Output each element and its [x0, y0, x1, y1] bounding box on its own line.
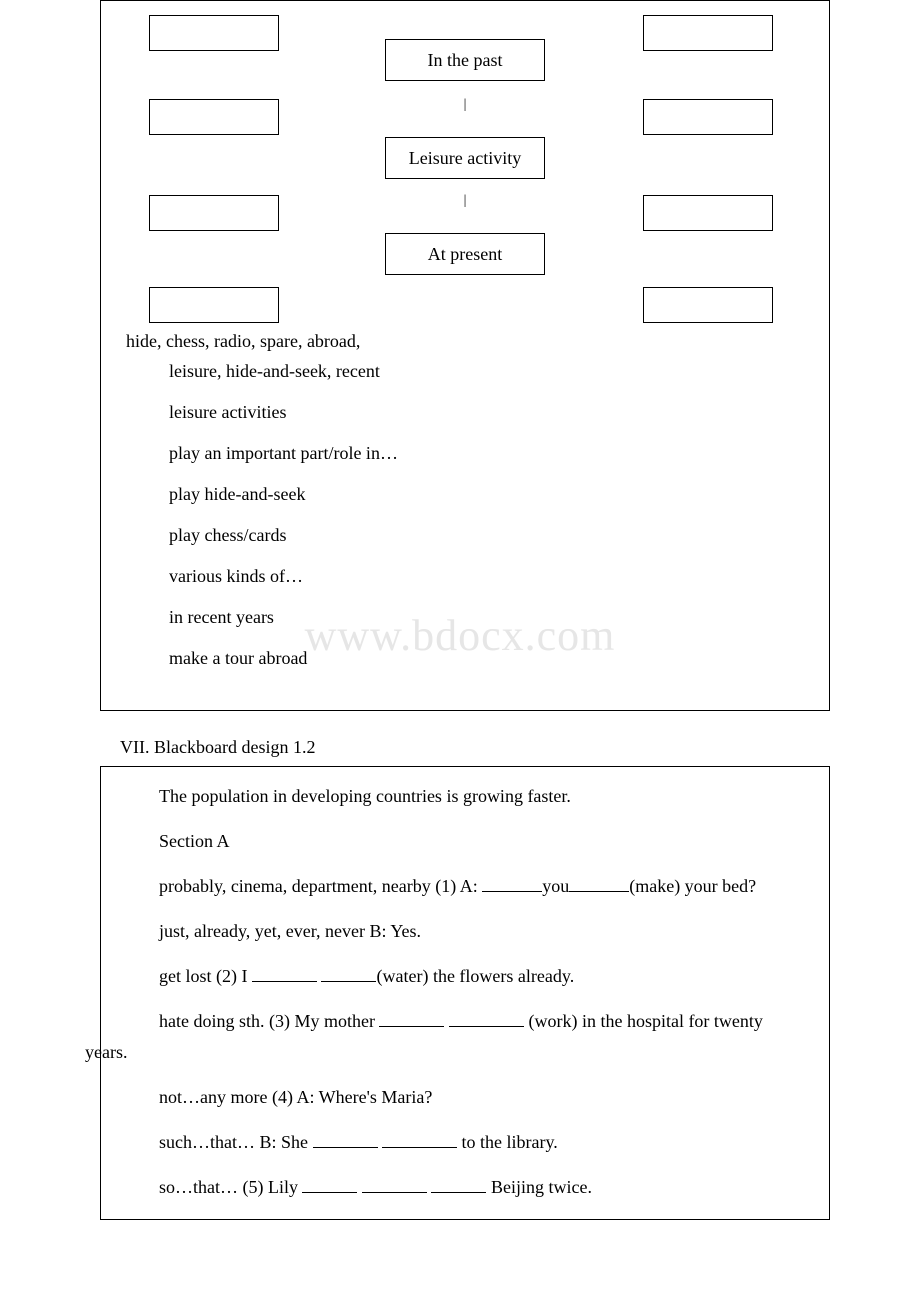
question-4a: not…any more (4) A: Where's Maria? — [111, 1084, 819, 1111]
vocab-list: hide, chess, radio, spare, abroad, leisu… — [101, 331, 829, 672]
question-2: get lost (2) I (water) the flowers alrea… — [111, 963, 819, 990]
question-5: so…that… (5) Lily Beijing twice. — [111, 1174, 819, 1201]
blank-input[interactable] — [431, 1175, 486, 1193]
q5-suffix: Beijing twice. — [486, 1177, 591, 1197]
empty-box-bot-right — [643, 287, 773, 323]
question-4b: such…that… B: She to the library. — [111, 1129, 819, 1156]
q3-prefix: hate doing sth. (3) My mother — [159, 1011, 379, 1031]
q1-mid: you — [542, 876, 569, 896]
empty-box-top-right — [643, 15, 773, 51]
blank-input[interactable] — [379, 1009, 444, 1027]
blank-input[interactable] — [362, 1175, 427, 1193]
empty-box-top-left — [149, 15, 279, 51]
q2-prefix: get lost (2) I — [159, 966, 252, 986]
line-section-a: Section A — [111, 828, 819, 855]
q4-prefix: such…that… B: She — [159, 1132, 313, 1152]
blank-input[interactable] — [449, 1009, 524, 1027]
empty-box-mid1-right — [643, 99, 773, 135]
vocab-line: leisure activities — [121, 399, 829, 426]
question-1: probably, cinema, department, nearby (1)… — [111, 873, 819, 900]
q5-prefix: so…that… (5) Lily — [159, 1177, 302, 1197]
line-adverbs: just, already, yet, ever, never B: Yes. — [111, 918, 819, 945]
blank-input[interactable] — [382, 1130, 457, 1148]
connector-top: | — [464, 97, 467, 113]
vocab-line: various kinds of… — [121, 563, 829, 590]
blank-input[interactable] — [313, 1130, 378, 1148]
q1-suffix: (make) your bed? — [629, 876, 756, 896]
q1-prefix: probably, cinema, department, nearby (1)… — [159, 876, 482, 896]
q4-suffix: to the library. — [457, 1132, 558, 1152]
vocab-line: make a tour abroad — [121, 645, 829, 672]
center-box-leisure: Leisure activity — [385, 137, 545, 179]
empty-box-mid2-left — [149, 195, 279, 231]
center-box-present: At present — [385, 233, 545, 275]
blank-input[interactable] — [302, 1175, 357, 1193]
empty-box-bot-left — [149, 287, 279, 323]
q3-suffix: (work) in the hospital for twenty — [524, 1011, 763, 1031]
vocab-line: play an important part/role in… — [121, 440, 829, 467]
empty-box-mid1-left — [149, 99, 279, 135]
section-heading: VII. Blackboard design 1.2 — [120, 737, 920, 758]
vocab-line: leisure, hide-and-seek, recent — [121, 358, 829, 385]
q2-suffix: (water) the flowers already. — [376, 966, 574, 986]
empty-box-mid2-right — [643, 195, 773, 231]
vocab-line: play chess/cards — [121, 522, 829, 549]
lower-box: The population in developing countries i… — [100, 766, 830, 1220]
question-3-cont: years. — [37, 1039, 819, 1066]
blank-input[interactable] — [569, 874, 629, 892]
question-3: hate doing sth. (3) My mother (work) in … — [111, 1008, 819, 1035]
leisure-diagram: In the past | Leisure activity | At pres… — [101, 11, 829, 321]
connector-bottom: | — [464, 193, 467, 209]
blank-input[interactable] — [252, 964, 317, 982]
blank-input[interactable] — [321, 964, 376, 982]
center-box-past: In the past — [385, 39, 545, 81]
vocab-first-line: hide, chess, radio, spare, abroad, — [121, 331, 829, 352]
vocab-line: in recent years — [121, 604, 829, 631]
line-population: The population in developing countries i… — [111, 783, 819, 810]
blank-input[interactable] — [482, 874, 542, 892]
vocab-line: play hide-and-seek — [121, 481, 829, 508]
upper-box: In the past | Leisure activity | At pres… — [100, 0, 830, 711]
